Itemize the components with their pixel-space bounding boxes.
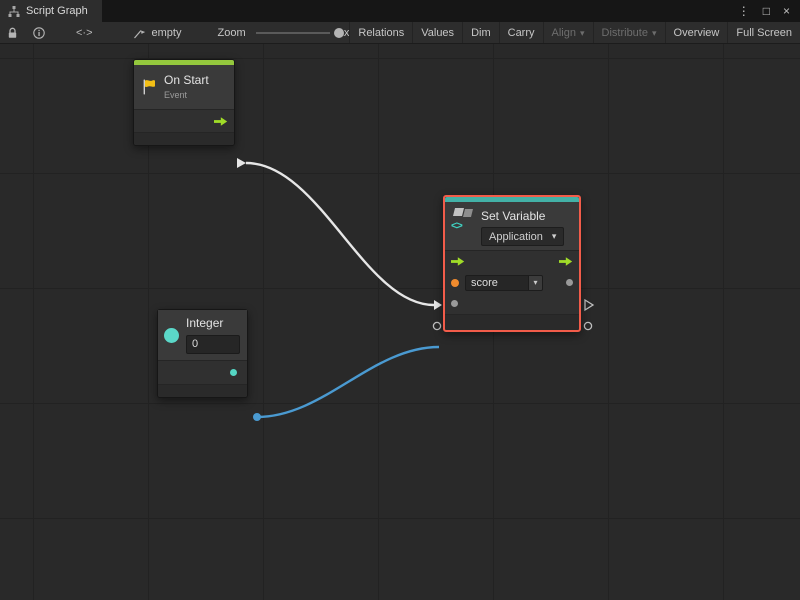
chevron-down-icon: ▾ bbox=[652, 28, 657, 39]
lock-icon[interactable] bbox=[7, 27, 18, 39]
distribute-button[interactable]: Distribute ▾ bbox=[593, 22, 665, 43]
value-output-port[interactable] bbox=[566, 279, 573, 286]
graph-icon bbox=[8, 5, 20, 17]
zoom-label: Zoom bbox=[217, 27, 245, 39]
integer-ports bbox=[158, 360, 247, 384]
zoom-slider-handle[interactable] bbox=[334, 28, 344, 38]
node-title: On Start bbox=[164, 73, 209, 88]
chevron-down-icon[interactable]: ▾ bbox=[528, 276, 542, 290]
tab-title: Script Graph bbox=[26, 5, 88, 17]
flow-input-port[interactable] bbox=[451, 256, 465, 267]
chevron-down-icon: ▾ bbox=[580, 28, 585, 39]
graph-canvas[interactable] bbox=[0, 44, 800, 600]
node-footer bbox=[134, 132, 234, 145]
code-icon[interactable]: <·> bbox=[76, 27, 93, 39]
tab-script-graph[interactable]: Script Graph bbox=[0, 0, 102, 22]
integer-value-field[interactable]: 0 bbox=[186, 335, 240, 354]
set-variable-header: <> Set Variable Application ▾ bbox=[445, 202, 579, 250]
selection-status: empty bbox=[133, 27, 182, 39]
maximize-icon[interactable]: □ bbox=[763, 5, 770, 17]
relations-button[interactable]: Relations bbox=[349, 22, 412, 43]
node-subtitle: Event bbox=[164, 89, 209, 101]
set-variable-icon: <> bbox=[451, 208, 475, 230]
title-bar: Script Graph ⋮ □ × bbox=[0, 0, 800, 22]
value-port-row bbox=[445, 293, 579, 314]
full-screen-button[interactable]: Full Screen bbox=[727, 22, 800, 43]
toolbar-buttons: Relations Values Dim Carry Align ▾ Distr… bbox=[349, 22, 800, 43]
set-variable-ports: score ▾ bbox=[445, 250, 579, 314]
overview-button[interactable]: Overview bbox=[665, 22, 728, 43]
node-title: Integer bbox=[186, 316, 240, 331]
flag-icon bbox=[141, 78, 157, 96]
name-port-row: score ▾ bbox=[445, 272, 579, 293]
variable-name-dropdown[interactable]: score ▾ bbox=[465, 275, 543, 291]
on-start-header: On Start Event bbox=[134, 65, 234, 109]
dim-button[interactable]: Dim bbox=[462, 22, 499, 43]
name-input-port[interactable] bbox=[451, 279, 459, 287]
flow-output-port[interactable] bbox=[559, 256, 573, 267]
on-start-ports bbox=[134, 109, 234, 132]
variable-scope-dropdown[interactable]: Application ▾ bbox=[481, 227, 564, 246]
node-title: Set Variable bbox=[481, 208, 564, 224]
node-on-start[interactable]: On Start Event bbox=[133, 59, 235, 146]
node-footer bbox=[445, 314, 579, 330]
integer-icon bbox=[164, 328, 179, 343]
info-icon[interactable] bbox=[33, 27, 45, 39]
integer-header: Integer 0 bbox=[158, 310, 247, 360]
align-button[interactable]: Align ▾ bbox=[543, 22, 593, 43]
values-button[interactable]: Values bbox=[412, 22, 462, 43]
selection-flag-icon bbox=[133, 27, 146, 39]
value-input-port[interactable] bbox=[451, 300, 458, 307]
zoom-slider-track[interactable] bbox=[256, 32, 330, 34]
carry-button[interactable]: Carry bbox=[499, 22, 543, 43]
flow-port-row bbox=[445, 251, 579, 272]
graph-toolbar: <·> empty Zoom 1x Relations Values Dim C… bbox=[0, 22, 800, 44]
flow-output-port[interactable] bbox=[214, 116, 228, 127]
node-set-variable[interactable]: <> Set Variable Application ▾ bbox=[443, 195, 581, 332]
node-footer bbox=[158, 384, 247, 397]
selection-status-label: empty bbox=[152, 27, 182, 39]
integer-output-port[interactable] bbox=[230, 369, 237, 376]
window-controls: ⋮ □ × bbox=[738, 0, 800, 22]
window-menu-icon[interactable]: ⋮ bbox=[738, 5, 750, 17]
zoom-slider[interactable] bbox=[256, 28, 330, 38]
angle-brackets-icon: <> bbox=[451, 220, 462, 232]
node-integer[interactable]: Integer 0 bbox=[157, 309, 248, 398]
chevron-down-icon: ▾ bbox=[552, 231, 557, 242]
close-icon[interactable]: × bbox=[783, 5, 790, 17]
